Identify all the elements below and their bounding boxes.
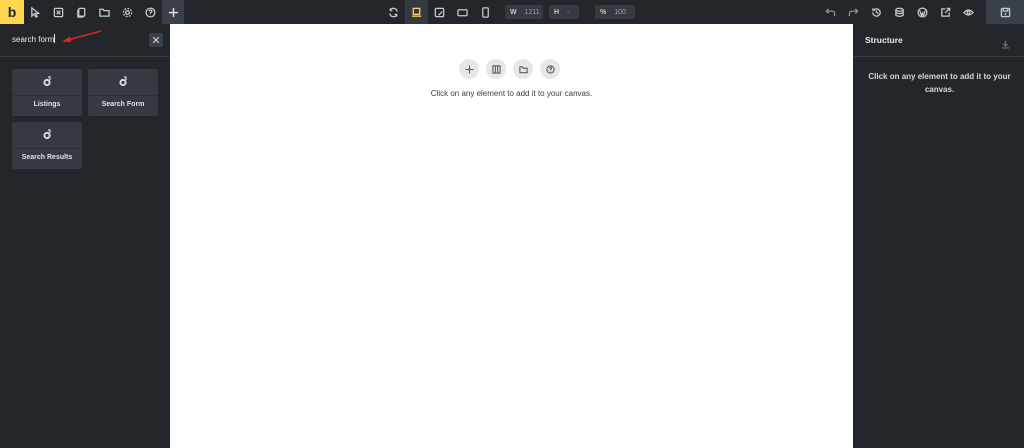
pages-icon: [77, 7, 86, 18]
select-tool-button[interactable]: [24, 0, 47, 24]
edit-in-wordpress-button[interactable]: [934, 0, 957, 24]
media-folder-button[interactable]: [93, 0, 116, 24]
element-tile-search-results[interactable]: Search Results: [12, 122, 82, 169]
save-icon: [1000, 7, 1010, 17]
close-icon: [152, 36, 160, 44]
width-label: W: [510, 8, 517, 16]
cursor-icon: [31, 6, 41, 18]
height-field[interactable]: H -: [549, 5, 579, 19]
element-search-input[interactable]: search form: [12, 34, 56, 44]
folder-icon: [99, 8, 110, 17]
element-tile-label: Search Results: [21, 154, 73, 161]
element-search-row: search form: [0, 24, 170, 57]
gear-icon: [122, 7, 133, 17]
undo-button[interactable]: [819, 0, 842, 24]
tile-divider: [12, 148, 82, 149]
history-icon: [872, 7, 881, 17]
layers-button[interactable]: [888, 0, 911, 24]
canvas-add-section-button[interactable]: [486, 59, 506, 79]
builder-logo[interactable]: b: [0, 0, 24, 24]
revisions-button[interactable]: [865, 0, 888, 24]
templates-button[interactable]: [47, 0, 70, 24]
template-icon: [53, 7, 64, 17]
height-value: -: [567, 8, 570, 16]
breakpoint-desktop-button[interactable]: [405, 0, 428, 24]
element-tile-listings[interactable]: Listings: [12, 69, 82, 116]
refresh-button[interactable]: [382, 0, 405, 24]
width-value: 1211: [524, 8, 540, 16]
mobile-icon: [482, 6, 489, 18]
help-button[interactable]: [139, 0, 162, 24]
redo-icon: [848, 7, 859, 16]
database-icon: [895, 7, 904, 17]
search-value: search form: [12, 35, 55, 44]
settings-button[interactable]: [116, 0, 139, 24]
tablet-landscape-icon: [434, 7, 445, 17]
builder-app: b W 1211 H - % 100 search form Listings …: [0, 0, 1024, 448]
text-caret: [54, 34, 56, 43]
preview-button[interactable]: [957, 0, 980, 24]
save-button[interactable]: [986, 0, 1024, 24]
plugin-element-icon: [43, 76, 51, 87]
structure-title: Structure: [865, 35, 903, 45]
height-label: H: [554, 8, 560, 16]
download-icon: [1001, 40, 1010, 49]
zoom-label: %: [600, 8, 607, 16]
element-tile-label: Listings: [33, 101, 61, 108]
breakpoint-tablet-landscape-button[interactable]: [428, 0, 451, 24]
columns-icon: [491, 64, 501, 74]
logo-letter: b: [7, 4, 17, 20]
wordpress-icon: [917, 6, 928, 18]
add-element-button[interactable]: [162, 0, 184, 24]
pages-button[interactable]: [70, 0, 93, 24]
tablet-icon: [457, 8, 468, 16]
structure-download-button[interactable]: [1001, 36, 1010, 49]
breakpoint-tablet-button[interactable]: [451, 0, 474, 24]
plugin-element-icon: [43, 129, 51, 140]
canvas-empty-hint: Click on any element to add it to your c…: [430, 89, 593, 98]
canvas-add-element-button[interactable]: [459, 59, 479, 79]
plus-icon: [464, 64, 474, 74]
tile-divider: [12, 95, 82, 96]
structure-empty-hint: Click on any element to add it to your c…: [868, 72, 1011, 94]
tile-divider: [88, 95, 158, 96]
eye-icon: [963, 8, 974, 16]
redo-button[interactable]: [842, 0, 865, 24]
element-tile-label: Search Form: [101, 101, 145, 108]
width-field[interactable]: W 1211: [505, 5, 543, 19]
wordpress-button[interactable]: [911, 0, 934, 24]
element-tile-search-form[interactable]: Search Form: [88, 69, 158, 116]
plus-icon: [168, 7, 178, 17]
breakpoint-mobile-button[interactable]: [474, 0, 497, 24]
help-icon: [545, 64, 555, 74]
canvas-quick-actions: [459, 59, 567, 79]
structure-panel: Structure Click on any element to add it…: [853, 24, 1024, 448]
zoom-value: 100: [614, 8, 626, 16]
help-icon: [145, 6, 156, 18]
plugin-element-icon: [119, 76, 127, 87]
toolbar-center: W 1211 H - % 100: [382, 0, 641, 24]
toolbar-right: [819, 0, 1024, 24]
canvas-help-button[interactable]: [540, 59, 560, 79]
top-toolbar: b W 1211 H - % 100: [0, 0, 1024, 24]
folder-icon: [518, 65, 528, 73]
elements-panel: search form Listings Search Form Search …: [0, 24, 170, 448]
external-edit-icon: [941, 7, 951, 17]
canvas-insert-template-button[interactable]: [513, 59, 533, 79]
zoom-field[interactable]: % 100: [595, 5, 635, 19]
clear-search-button[interactable]: [149, 33, 163, 47]
refresh-icon: [389, 7, 398, 17]
annotation-arrow-icon: [62, 30, 102, 42]
builder-canvas[interactable]: Click on any element to add it to your c…: [170, 24, 853, 448]
structure-header: Structure: [853, 24, 1024, 57]
desktop-icon: [411, 7, 422, 17]
undo-icon: [825, 7, 836, 16]
